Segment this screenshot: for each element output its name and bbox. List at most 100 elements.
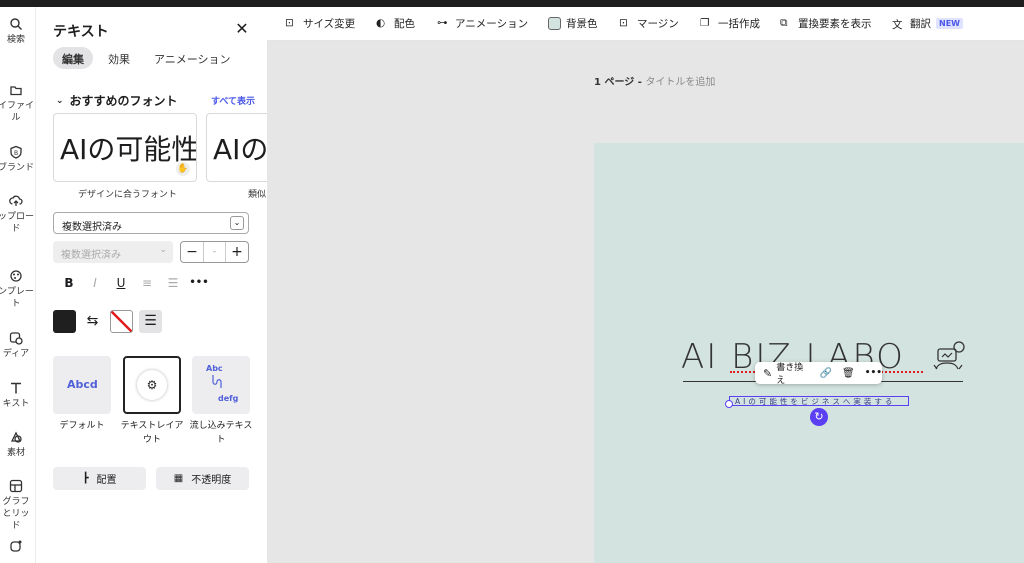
rail-item-media[interactable]: ディア bbox=[0, 331, 35, 360]
style-thumb-text: defg bbox=[218, 394, 239, 403]
font-family-value: 複数選択済み bbox=[62, 222, 122, 233]
toolbar-replace[interactable]: ⧉ 置換要素を表示 bbox=[780, 16, 872, 31]
toolbar-background[interactable]: 背景色 bbox=[548, 16, 598, 31]
font-card-caption: 類似 bbox=[248, 190, 267, 200]
font-size-value[interactable]: - bbox=[203, 242, 226, 262]
toolbar-bulk-create[interactable]: ❐ 一括作成 bbox=[700, 16, 760, 31]
position-label: 配置 bbox=[96, 475, 117, 486]
add-title-link[interactable]: タイトルを追加 bbox=[645, 77, 715, 88]
format-toolbar: B I U ≡ ☰ ••• bbox=[56, 273, 212, 293]
text-style-layout[interactable]: ⚙ bbox=[123, 356, 181, 414]
folder-icon bbox=[10, 86, 22, 96]
more-icon[interactable]: ••• bbox=[865, 368, 882, 378]
increase-size-button[interactable]: + bbox=[226, 242, 248, 262]
recommended-fonts-label: おすすめのフォント bbox=[69, 94, 178, 108]
left-rail: 検索 イファイル B ブランド ップロード ンプレート ディア キスト 素材 グ… bbox=[0, 7, 36, 563]
font-card-similar[interactable]: AIの可 bbox=[206, 113, 267, 182]
rail-item-templates[interactable]: ンプレート bbox=[0, 269, 35, 310]
rail-item-files[interactable]: イファイル bbox=[0, 83, 35, 124]
editor-toolbar: ⊡ サイズ変更 ◐ 配色 ⊶ アニメーション 背景色 ⊡ マージン ❐ 一括作成 ⧉ 置換要… bbox=[267, 7, 1024, 41]
media-icon bbox=[9, 332, 23, 345]
rail-label: ディア bbox=[2, 349, 30, 359]
rail-item-apps[interactable] bbox=[0, 539, 35, 556]
link-icon[interactable]: 🔗 bbox=[820, 368, 832, 379]
see-all-link[interactable]: すべて表示 bbox=[211, 94, 255, 107]
toolbar-palette[interactable]: ◐ 配色 bbox=[376, 16, 415, 31]
toolbar-label: マージン bbox=[637, 18, 679, 30]
toolbar-label: 配色 bbox=[394, 18, 415, 30]
magic-rewrite-icon: ✎ bbox=[763, 366, 773, 380]
text-style-flow[interactable]: Abc defg bbox=[192, 356, 250, 414]
font-card-recommended[interactable]: AIの可能性を ✋ bbox=[53, 113, 197, 182]
close-panel-button[interactable]: ✕ bbox=[233, 20, 251, 38]
robot-icon[interactable] bbox=[932, 339, 968, 375]
rail-item-charts[interactable]: グラフとリッド bbox=[0, 479, 35, 532]
tab-animation[interactable]: アニメーション bbox=[145, 47, 240, 69]
grid-icon bbox=[9, 479, 23, 493]
opacity-button[interactable]: ▦ 不透明度 bbox=[156, 467, 249, 490]
trash-icon[interactable]: 🗑 bbox=[842, 368, 855, 379]
rail-item-search[interactable]: 検索 bbox=[0, 17, 35, 46]
toolbar-label: 背景色 bbox=[566, 18, 598, 30]
tab-effects[interactable]: 効果 bbox=[99, 47, 139, 69]
design-canvas[interactable]: AI BIZ LABO ✎ 書き換え 🔗 🗑 ••• AIの可能性をビジネスへ実… bbox=[594, 143, 1024, 563]
font-sample-text: AIの可能性を bbox=[60, 133, 197, 166]
align-button[interactable]: ≡ bbox=[134, 273, 160, 293]
opacity-label: 不透明度 bbox=[191, 475, 232, 486]
spacing-icon[interactable]: ☰ bbox=[139, 310, 162, 333]
recommended-fonts-header[interactable]: ⌄ おすすめのフォント bbox=[56, 92, 178, 109]
text-panel: テキスト ✕ 編集 効果 アニメーション ⌄ おすすめのフォント すべて表示 A… bbox=[36, 7, 267, 563]
tagline-text[interactable]: AIの可能性をビジネスへ実装する bbox=[735, 396, 895, 407]
rotate-handle-icon[interactable]: ↻ bbox=[810, 408, 828, 426]
top-dark-strip bbox=[0, 0, 1024, 7]
text-color-swatch[interactable] bbox=[53, 310, 76, 333]
list-button[interactable]: ☰ bbox=[160, 273, 186, 293]
chevron-down-icon: ⌄ bbox=[56, 95, 64, 106]
page-number: 1 ページ - bbox=[594, 77, 646, 88]
rail-item-elements[interactable]: 素材 bbox=[0, 430, 35, 459]
highlight-color-swatch[interactable] bbox=[110, 310, 133, 333]
page-title[interactable]: 1 ページ - タイトルを追加 bbox=[594, 73, 715, 88]
resize-handle[interactable] bbox=[725, 400, 733, 408]
toolbar-animation[interactable]: ⊶ アニメーション bbox=[437, 16, 528, 31]
toolbar-label: サイズ変更 bbox=[303, 18, 356, 30]
apps-icon bbox=[10, 540, 22, 552]
elements-icon bbox=[10, 431, 22, 443]
font-size-select[interactable]: 複数選択済み ⌄ bbox=[53, 241, 173, 263]
tab-edit[interactable]: 編集 bbox=[53, 47, 93, 69]
text-style-default[interactable]: Abcd bbox=[53, 356, 111, 414]
palette-icon: ◐ bbox=[376, 17, 386, 29]
font-family-select[interactable]: 複数選択済み ⌄ bbox=[53, 212, 249, 234]
toolbar-margin[interactable]: ⊡ マージン bbox=[619, 16, 679, 31]
rail-item-upload[interactable]: ップロード bbox=[0, 194, 35, 235]
rail-label: イファイル bbox=[0, 101, 34, 123]
new-badge: NEW bbox=[936, 18, 963, 29]
more-format-button[interactable]: ••• bbox=[186, 273, 212, 293]
style-caption: テキストレイアウト bbox=[120, 421, 184, 445]
toolbar-label: 翻訳 bbox=[910, 18, 931, 30]
rewrite-button[interactable]: 書き換え bbox=[776, 360, 807, 386]
style-thumb-text: Abcd bbox=[67, 378, 98, 391]
swap-colors-icon[interactable]: ⇆ bbox=[81, 310, 104, 333]
toolbar-label: アニメーション bbox=[455, 18, 529, 30]
search-icon bbox=[10, 18, 22, 30]
panel-title: テキスト bbox=[53, 24, 109, 40]
toolbar-translate[interactable]: 文翻訳 NEW bbox=[892, 16, 963, 31]
position-button[interactable]: ┣ 配置 bbox=[53, 467, 146, 490]
decrease-size-button[interactable]: − bbox=[181, 242, 203, 262]
toolbar-label: 一括作成 bbox=[718, 18, 760, 30]
toolbar-resize[interactable]: ⊡ サイズ変更 bbox=[285, 16, 355, 31]
rail-label: 検索 bbox=[6, 35, 25, 45]
rail-label: キスト bbox=[2, 399, 30, 409]
style-thumb-text: Abc bbox=[206, 364, 223, 373]
underline-button[interactable]: U bbox=[108, 273, 134, 293]
italic-button[interactable]: I bbox=[82, 273, 108, 293]
rail-item-brand[interactable]: B ブランド bbox=[0, 145, 35, 174]
chevron-down-icon: ⌄ bbox=[230, 216, 244, 230]
bold-button[interactable]: B bbox=[56, 273, 82, 293]
context-menu: ✎ 書き換え 🔗 🗑 ••• bbox=[755, 360, 882, 386]
style-caption: 流し込みテキスト bbox=[189, 421, 253, 445]
rail-label: グラフとリッド bbox=[2, 497, 30, 531]
font-sample-text: AIの可 bbox=[213, 133, 267, 166]
rail-item-text[interactable]: キスト bbox=[0, 381, 35, 410]
